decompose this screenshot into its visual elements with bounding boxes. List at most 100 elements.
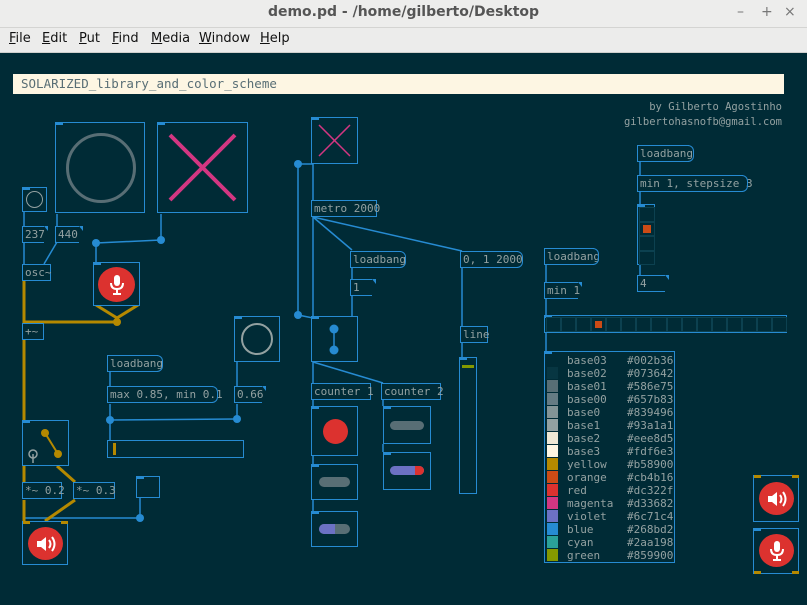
color-hex: #d33682 [627,497,674,510]
menu-help[interactable]: Help [260,31,290,46]
message-loadbang-1[interactable]: loadbang [107,355,163,372]
color-swatch [547,549,558,561]
maximize-icon[interactable]: + [761,4,773,20]
audio-switch[interactable] [22,420,69,466]
color-hex: #2aa198 [627,536,674,549]
hslider-volume[interactable] [107,440,244,458]
message-ramp[interactable]: 0, 1 2000 [460,251,523,268]
object-counter-2[interactable]: counter 2 [381,383,444,400]
bang-circle-icon [26,191,43,208]
number-one[interactable]: 1 [350,279,376,296]
number-four[interactable]: 4 [637,275,669,292]
hradio-cell[interactable] [651,317,667,332]
hradio-cell[interactable] [681,317,697,332]
color-hex: #93a1a1 [627,419,674,432]
toggle-pill-3[interactable] [383,406,431,444]
object-osc[interactable]: osc~ [22,264,52,281]
menu-media[interactable]: Media [151,31,190,46]
color-name: violet [567,510,607,523]
hradio-cell[interactable] [546,317,562,332]
vradio-cell[interactable] [639,221,655,236]
hradio-cell[interactable] [696,317,712,332]
close-icon[interactable]: × [784,4,796,20]
bang-red[interactable] [311,406,358,456]
vradio-cell[interactable] [639,207,655,222]
object-counter-1[interactable]: counter 1 [311,383,374,400]
message-loadbang-2[interactable]: loadbang [350,251,406,268]
window-title: demo.pd - /home/gilberto/Desktop [267,4,540,20]
message-loadbang-4[interactable]: loadbang [637,145,694,162]
hslider-knob [112,443,116,455]
number-freq-2[interactable]: 440 [55,226,83,243]
object-line[interactable]: line [460,326,490,343]
toggle-pill-1[interactable] [311,464,358,500]
hradio-cell[interactable] [591,317,607,332]
hradio-cell[interactable] [606,317,622,332]
dac-speaker[interactable] [22,521,68,565]
palette-row-red: red #dc322f [545,484,675,497]
toggle-pill-2[interactable] [311,511,358,547]
hradio-cell[interactable] [741,317,757,332]
dac-speaker-right[interactable] [753,475,799,522]
toggle-metro[interactable] [311,117,358,164]
window-titlebar[interactable]: demo.pd - /home/gilberto/Desktop – + × [0,0,807,28]
hradio-cell[interactable] [771,317,787,332]
bang-filled-icon [323,419,348,444]
color-swatch [547,497,558,509]
vradio-cell[interactable] [639,250,655,265]
color-swatch [547,406,558,418]
bang-medium[interactable] [234,316,280,362]
number-volume[interactable]: 0.66 [234,386,266,403]
color-name: magenta [567,497,614,510]
menu-window[interactable]: Window [199,31,250,46]
pill-icon [319,524,350,534]
color-swatch [547,393,558,405]
color-hex: #073642 [627,367,674,380]
color-hex: #859900 [627,549,674,562]
color-hex: #839496 [627,406,674,419]
hradio-cell[interactable] [666,317,682,332]
object-mul-1[interactable]: *~ 0.2 [22,482,65,499]
menu-edit[interactable]: Edit [42,31,67,46]
color-name: base03 [567,354,607,367]
object-mul-2[interactable]: *~ 0.3 [73,482,116,499]
color-name: base0 [567,406,601,419]
vslider[interactable] [459,357,477,494]
color-name: base01 [567,380,607,393]
menu-find[interactable]: Find [112,31,139,46]
color-swatch [547,367,558,379]
object-metro[interactable]: metro 2000 [311,200,380,217]
message-loadbang-3[interactable]: loadbang [544,248,600,265]
color-name: green [567,549,601,562]
message-range[interactable]: max 0.85, min 0.1 [107,386,223,403]
minimize-icon[interactable]: – [737,4,744,20]
bang-large[interactable] [55,122,145,213]
message-stepsize[interactable]: min 1, stepsize 3 [637,175,753,192]
adc-mic[interactable] [93,262,140,306]
hradio[interactable] [544,315,787,333]
color-name: red [567,484,587,497]
vradio-cell[interactable] [639,236,655,251]
hradio-cell[interactable] [636,317,652,332]
color-hex: #cb4b16 [627,471,674,484]
toggle-large[interactable] [157,122,248,213]
bang-small[interactable] [22,187,47,212]
vradio-2[interactable] [311,316,358,362]
hradio-cell[interactable] [621,317,637,332]
toggle-pill-4[interactable] [383,452,431,490]
menu-file[interactable]: File [9,31,31,46]
object-min[interactable]: min 1 [544,282,582,299]
hradio-cell[interactable] [726,317,742,332]
palette-row-base01: base01 #586e75 [545,380,675,393]
hradio-cell[interactable] [576,317,592,332]
number-freq-1[interactable]: 237 [22,226,48,243]
object-plus[interactable]: +~ [22,323,44,340]
hradio-cell[interactable] [756,317,772,332]
adc-mic-right[interactable] [753,528,799,574]
hradio-cell[interactable] [561,317,577,332]
vradio[interactable] [637,204,655,265]
bang-empty[interactable] [136,476,160,498]
palette-row-base3: base3 #fdf6e3 [545,445,675,458]
hradio-cell[interactable] [711,317,727,332]
menu-put[interactable]: Put [79,31,100,46]
